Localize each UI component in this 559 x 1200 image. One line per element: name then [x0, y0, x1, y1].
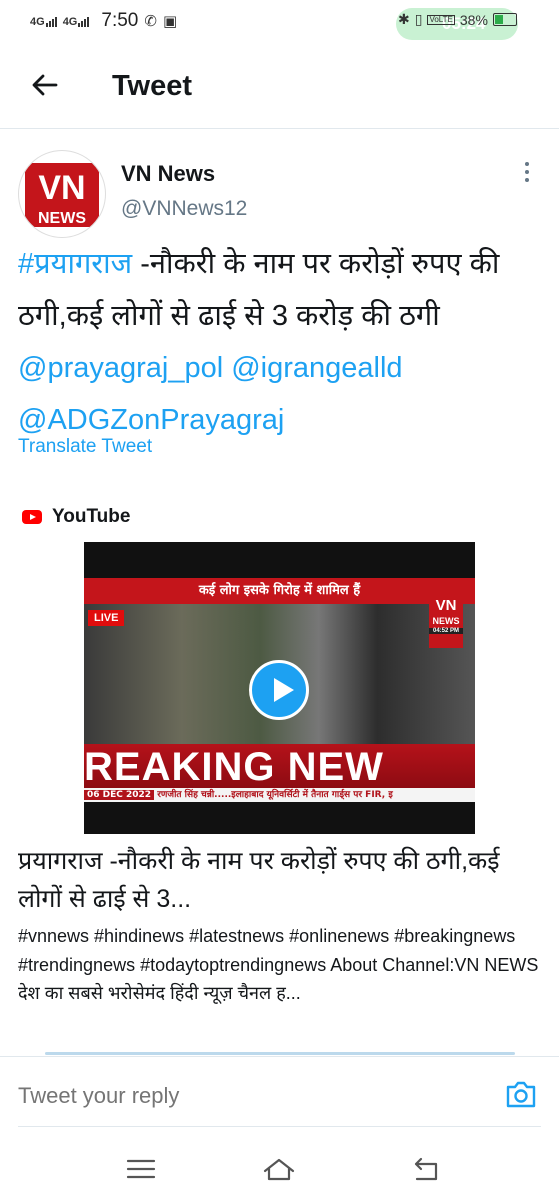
home-icon[interactable] [262, 1154, 296, 1184]
camera-icon[interactable] [505, 1079, 537, 1109]
arrow-left-icon[interactable] [30, 70, 60, 100]
signal-bars-icon [45, 15, 57, 27]
status-bar: 4G 4G 7:50 ✆ ▣ 05:24 ✱ ▯ VoLTE 38% [0, 0, 559, 44]
video-breaking-news: REAKING NEW [84, 744, 475, 788]
card-source: YouTube [22, 506, 130, 528]
video-channel-logo: VN NEWS 04:52 PM [429, 592, 463, 648]
translate-tweet-link[interactable]: Translate Tweet [18, 436, 152, 458]
card-title[interactable]: प्रयागराज -नौकरी के नाम पर करोड़ों रुपए … [18, 842, 538, 918]
author-name[interactable]: VN News [121, 161, 215, 187]
svg-text:VN: VN [38, 169, 85, 207]
status-right: ✱ ▯ VoLTE 38% [398, 11, 517, 28]
video-banner-text: कई लोग इसके गिरोह में शामिल हैं [84, 578, 475, 604]
hashtag-link[interactable]: #प्रयागराज [18, 248, 132, 280]
divider [18, 1126, 541, 1127]
signal-1: 4G [30, 15, 57, 28]
page-title: Tweet [112, 70, 193, 102]
top-app-bar: Tweet [0, 56, 559, 129]
status-left: 4G 4G 7:50 ✆ ▣ [30, 10, 177, 32]
battery-icon [492, 13, 517, 26]
reply-bar [0, 1056, 559, 1127]
vn-news-logo: VN NEWS [20, 152, 104, 236]
video-ticker: 06 DEC 2022 रणजीत सिंह चन्नी.....इलाहाबा… [84, 788, 475, 802]
play-icon[interactable] [249, 660, 309, 720]
avatar[interactable]: VN NEWS [18, 150, 106, 238]
tweet-text: #प्रयागराज -नौकरी के नाम पर करोड़ों रुपए… [18, 238, 548, 446]
menu-icon[interactable] [124, 1154, 158, 1184]
battery-percent: 38% [459, 11, 488, 28]
mention-link-igrangealld[interactable]: @igrangealld [231, 352, 402, 384]
youtube-icon [22, 510, 42, 524]
mention-link-adgzonprayagraj[interactable]: @ADGZonPrayagraj [18, 404, 284, 436]
back-icon[interactable] [410, 1154, 444, 1184]
card-description: #vnnews #hindinews #latestnews #onlinene… [18, 926, 539, 1003]
vibrate-icon: ▯ [414, 11, 423, 27]
phone-icon: ✆ [144, 13, 157, 30]
clock: 7:50 [101, 10, 139, 31]
video-thumbnail[interactable]: कई लोग इसके गिरोह में शामिल हैं LIVE VN … [84, 542, 475, 834]
signal-bars-icon [78, 15, 90, 27]
signal-2: 4G [63, 15, 90, 28]
card-border [45, 1052, 515, 1055]
system-nav-bar [0, 1140, 559, 1200]
video-live-badge: LIVE [88, 610, 125, 626]
mention-link-prayagraj-pol[interactable]: @prayagraj_pol [18, 352, 223, 384]
bluetooth-icon: ✱ [398, 11, 410, 27]
reply-input[interactable] [18, 1083, 418, 1109]
more-options-icon[interactable] [522, 162, 532, 186]
media-icon: ▣ [162, 13, 178, 30]
author-handle[interactable]: @VNNews12 [121, 197, 247, 221]
volte-icon: VoLTE [427, 14, 455, 25]
svg-text:NEWS: NEWS [38, 210, 86, 227]
card-source-label: YouTube [52, 506, 131, 527]
